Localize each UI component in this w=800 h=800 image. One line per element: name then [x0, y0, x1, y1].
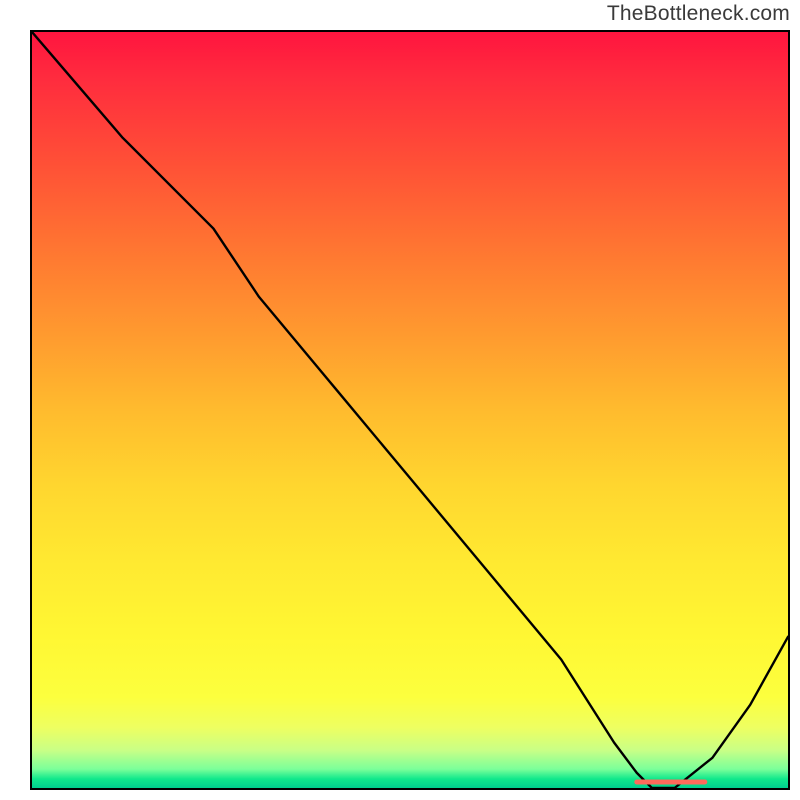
chart-container: TheBottleneck.com: [0, 0, 800, 800]
chart-overlay: [32, 32, 788, 788]
plot-area: [30, 30, 790, 790]
bottleneck-curve: [32, 32, 788, 788]
watermark-text: TheBottleneck.com: [607, 2, 790, 26]
